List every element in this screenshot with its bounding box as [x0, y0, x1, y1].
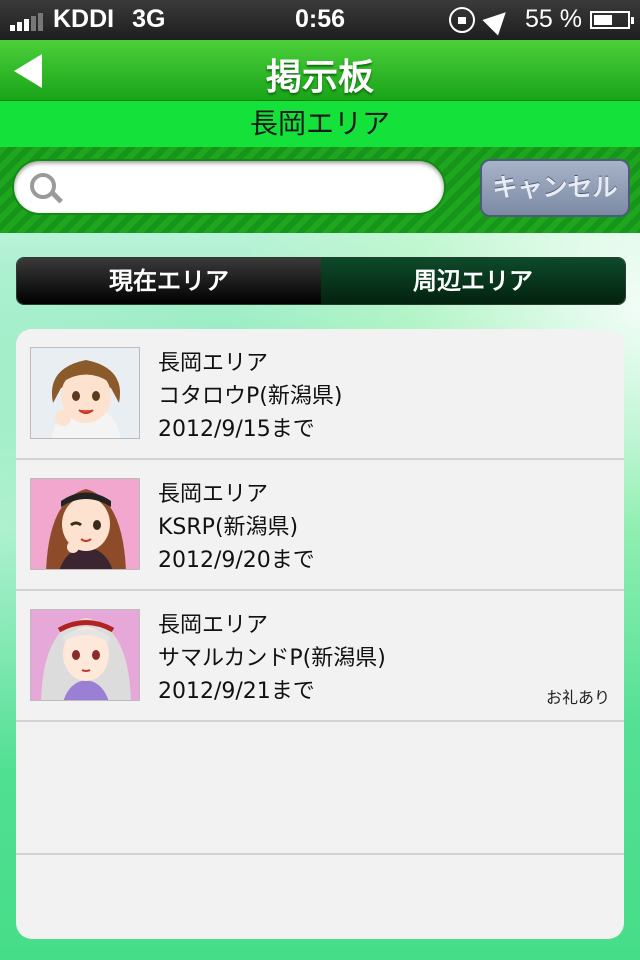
nav-bar: 掲示板	[0, 40, 640, 101]
page-title: 掲示板	[265, 57, 374, 98]
list-item[interactable]: 長岡エリア サマルカンドP(新潟県) 2012/9/21まで お礼あり	[16, 591, 624, 722]
empty-list-row	[16, 722, 624, 855]
area-header: 長岡エリア	[0, 101, 640, 147]
post-area: 長岡エリア	[158, 613, 269, 638]
post-details: 長岡エリア KSRP(新潟県) 2012/9/20まで	[158, 478, 315, 577]
search-bar: キャンセル	[0, 147, 640, 233]
search-input[interactable]	[74, 169, 438, 207]
post-area: 長岡エリア	[158, 351, 269, 376]
location-icon	[482, 3, 514, 36]
tab-nearby-area[interactable]: 周辺エリア	[321, 258, 625, 304]
battery-fill	[594, 14, 612, 25]
post-list: 長岡エリア コタロウP(新潟県) 2012/9/15まで 長岡エリア KSRP(…	[16, 329, 624, 939]
status-bar: KDDI 3G 0:56 55 %	[0, 0, 640, 40]
status-right: 55 %	[449, 3, 634, 36]
post-author: サマルカンドP(新潟県)	[158, 646, 386, 671]
post-area: 長岡エリア	[158, 482, 269, 507]
battery-icon	[590, 10, 634, 29]
list-item[interactable]: 長岡エリア KSRP(新潟県) 2012/9/20まで	[16, 460, 624, 591]
search-field[interactable]	[12, 159, 446, 215]
post-author: KSRP(新潟県)	[158, 515, 299, 540]
list-item[interactable]: 長岡エリア コタロウP(新潟県) 2012/9/15まで	[16, 329, 624, 460]
avatar	[30, 478, 140, 570]
battery-percent: 55 %	[525, 5, 582, 33]
tab-current-area[interactable]: 現在エリア	[17, 258, 321, 304]
post-details: 長岡エリア コタロウP(新潟県) 2012/9/15まで	[158, 347, 342, 446]
post-expiry: 2012/9/15まで	[158, 417, 315, 442]
avatar	[30, 609, 140, 701]
post-expiry: 2012/9/20まで	[158, 548, 315, 573]
search-icon	[30, 173, 56, 199]
post-expiry: 2012/9/21まで	[158, 679, 315, 704]
area-segmented-control: 現在エリア 周辺エリア	[16, 257, 626, 305]
post-details: 長岡エリア サマルカンドP(新潟県) 2012/9/21まで	[158, 609, 386, 708]
cancel-button[interactable]: キャンセル	[480, 159, 630, 217]
thanks-badge: お礼あり	[545, 688, 610, 707]
rotation-lock-icon	[449, 6, 476, 33]
avatar	[30, 347, 140, 439]
post-author: コタロウP(新潟県)	[158, 384, 343, 409]
